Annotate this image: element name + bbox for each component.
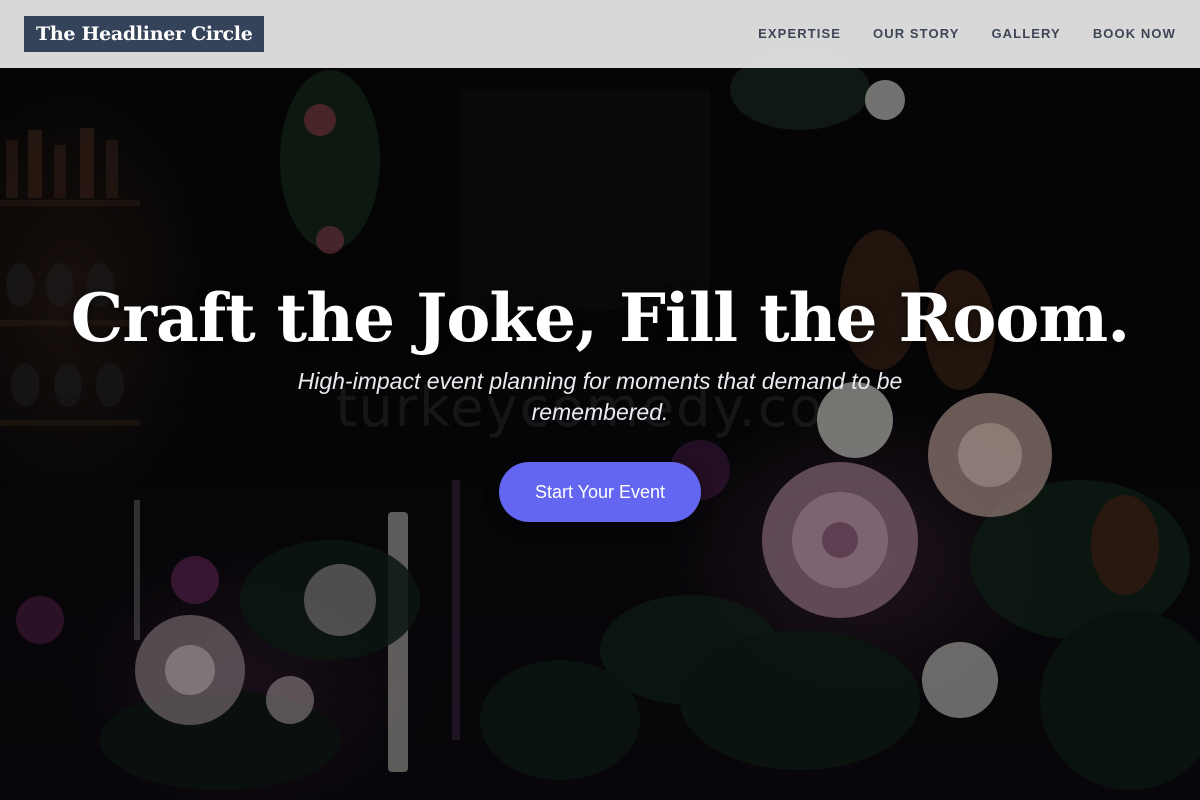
hero-section: turkeycomedy.co Craft the Joke, Fill the… bbox=[0, 0, 1200, 800]
brand-logo[interactable]: The Headliner Circle bbox=[24, 16, 265, 52]
hero-subtitle: High-impact event planning for moments t… bbox=[297, 368, 903, 425]
nav-menu: EXPERTISE OUR STORY GALLERY BOOK NOW bbox=[758, 24, 1176, 44]
nav-link-expertise[interactable]: EXPERTISE bbox=[758, 24, 841, 44]
start-event-button[interactable]: Start Your Event bbox=[499, 462, 701, 522]
nav-link-our-story[interactable]: OUR STORY bbox=[873, 24, 959, 44]
hero-headline: Craft the Joke, Fill the Room. bbox=[70, 279, 1130, 357]
top-navbar: The Headliner Circle EXPERTISE OUR STORY… bbox=[0, 0, 1200, 68]
nav-link-book-now[interactable]: BOOK NOW bbox=[1093, 24, 1176, 44]
nav-link-gallery[interactable]: GALLERY bbox=[991, 24, 1060, 44]
